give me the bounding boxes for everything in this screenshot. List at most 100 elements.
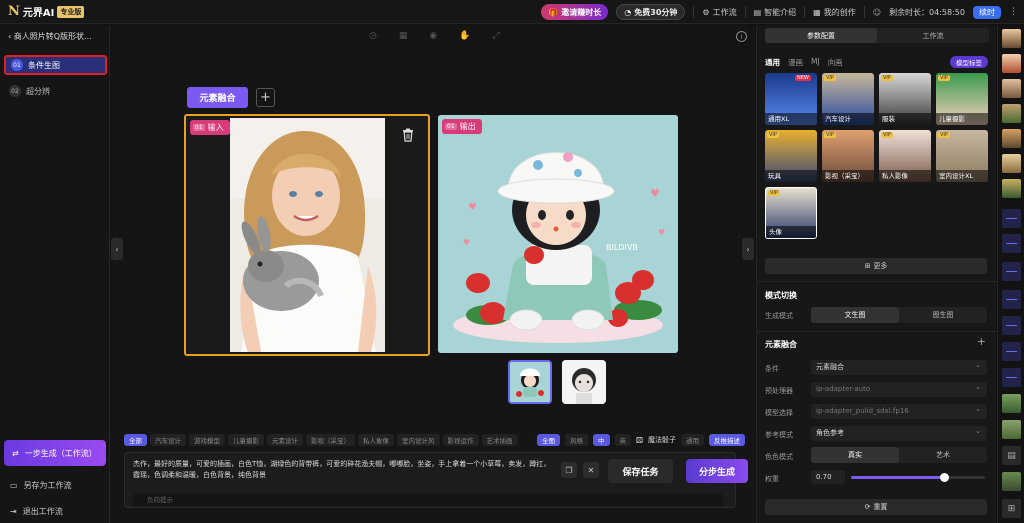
history-item-empty[interactable] (1002, 368, 1021, 387)
chip-interior[interactable]: 室内设计风 (397, 434, 440, 446)
save-task-button[interactable]: 保存任务 (608, 459, 673, 483)
color-mode-real[interactable]: 真实 (811, 447, 899, 463)
chip-film-motion[interactable]: 影视运作 (442, 434, 479, 446)
chip-game-model[interactable]: 游戏模型 (189, 434, 225, 446)
layout-icon[interactable]: ▦ (399, 31, 408, 41)
dice-icon[interactable]: ⚄ (636, 436, 643, 445)
copy-icon[interactable]: ❐ (561, 462, 577, 478)
history-item[interactable] (1002, 179, 1021, 198)
add-condition-icon[interactable]: + (977, 335, 986, 348)
chip-car-design[interactable]: 汽车设计 (150, 434, 186, 446)
tab-params[interactable]: 参数配置 (765, 28, 877, 43)
grid-view-icon[interactable]: ⊞ (1002, 499, 1021, 518)
output-image-card[interactable]: 01 输出 ♥ ♥ ♥ ♥ BILDIVB (438, 115, 678, 353)
collapse-right-button[interactable]: › (742, 238, 754, 260)
result-thumbnail-1[interactable] (508, 360, 552, 404)
chip-full[interactable]: 全图 (537, 434, 561, 446)
history-item[interactable] (1002, 104, 1021, 123)
history-item[interactable] (1002, 129, 1021, 148)
prompt-textarea[interactable]: 杰作，最好的质量，可爱的插画，白色T恤，湖绿色的背带裤，可爱的碎花渔夫帽，嘟嘟脸… (133, 459, 553, 481)
chip-private-portrait[interactable]: 私人象像 (358, 434, 394, 446)
info-icon[interactable]: i (736, 31, 747, 42)
tab-workflow[interactable]: 工作流 (877, 28, 989, 43)
chip-all[interactable]: 全部 (124, 434, 147, 446)
style-card-clothing[interactable]: VIP 服装 (879, 73, 931, 125)
style-card-general-xl[interactable]: NEW 通用XL (765, 73, 817, 125)
chip-child-photo[interactable]: 儿童摄影 (228, 434, 264, 446)
save-as-workflow-button[interactable]: ▭ 另存为工作流 (10, 480, 72, 491)
style-card-interior-xl[interactable]: VIP 室内设计XL (936, 130, 988, 182)
history-item[interactable] (1002, 54, 1021, 73)
style-card-private-portrait[interactable]: VIP 私人影像 (879, 130, 931, 182)
history-item-empty[interactable] (1002, 234, 1021, 253)
clear-icon[interactable]: ✕ (583, 462, 599, 478)
document-icon[interactable]: ▤ (1002, 446, 1021, 465)
step-condition-generate[interactable]: 01 条件生图 (4, 55, 107, 75)
subtab-comic[interactable]: 漫画 (788, 57, 803, 68)
subtab-general[interactable]: 通用 (765, 57, 780, 68)
style-card-car-design[interactable]: VIP 汽车设计 (822, 73, 874, 125)
style-card-film[interactable]: VIP 影视（采宝） (822, 130, 874, 182)
nav-intro[interactable]: ▤ 智能介绍 (754, 7, 797, 18)
mode-image-to-image[interactable]: 图生图 (899, 307, 987, 323)
step-generate-button[interactable]: 分步生成 (686, 459, 748, 483)
history-item[interactable] (1002, 154, 1021, 173)
exit-workflow-button[interactable]: ⇥ 退出工作流 (10, 506, 63, 517)
weight-input[interactable]: 0.70 (811, 470, 845, 484)
history-item-empty[interactable] (1002, 262, 1021, 281)
result-thumbnail-2[interactable] (562, 360, 606, 404)
collapse-left-button[interactable]: ‹ (111, 238, 123, 260)
renew-button[interactable]: 续时 (973, 5, 1001, 19)
history-item[interactable] (1002, 79, 1021, 98)
history-item-empty[interactable] (1002, 342, 1021, 361)
history-item-empty[interactable] (1002, 209, 1021, 228)
history-item[interactable] (1002, 394, 1021, 413)
chip-style[interactable]: 风格 (565, 434, 589, 446)
reverse-prompt-button[interactable]: 反推描述 (709, 434, 745, 446)
chip-element-design[interactable]: 元素设计 (267, 434, 303, 446)
lang-select[interactable]: 通用 (681, 434, 704, 446)
chip-film[interactable]: 影视（采宝） (306, 434, 355, 446)
trash-icon[interactable] (402, 128, 414, 142)
style-card-toy[interactable]: VIP 玩具 (765, 130, 817, 182)
condition-select[interactable]: 元素融合 (811, 358, 987, 375)
eye-icon[interactable]: ◉ (429, 31, 437, 41)
subtab-mj[interactable]: MJ (811, 57, 820, 68)
history-item[interactable] (1002, 472, 1021, 491)
history-item[interactable] (1002, 29, 1021, 48)
reset-button[interactable]: ⟳ 重置 (765, 499, 987, 515)
magic-dice-label[interactable]: 魔法骰子 (648, 435, 676, 445)
subtab-painting[interactable]: 向画 (828, 57, 843, 68)
model-select[interactable]: ip-adapter_pulid_sdxl.fp16 (811, 402, 987, 419)
menu-icon[interactable]: ⋮ (1009, 7, 1018, 17)
style-card-avatar[interactable]: VIP 头像 (765, 187, 817, 239)
weight-slider-knob[interactable] (940, 473, 950, 482)
color-mode-art[interactable]: 艺术 (899, 447, 987, 463)
model-tag-button[interactable]: 模型标签 (950, 56, 988, 68)
chip-english[interactable]: 英 (614, 434, 632, 446)
fit-screen-icon[interactable]: ⤢ (492, 31, 499, 41)
logo[interactable]: N 元界AI 专业版 (8, 4, 85, 19)
add-node-button[interactable]: + (256, 88, 275, 107)
input-image-card[interactable]: 01 输入 (184, 114, 430, 356)
nav-my-creations[interactable]: ▦ 我的创作 (813, 7, 856, 18)
hand-icon[interactable]: ✋ (459, 31, 470, 41)
style-card-child-photo[interactable]: VIP 儿童摄影 (936, 73, 988, 125)
node-element-fusion-tag[interactable]: 元素融合 (187, 87, 248, 108)
chip-chinese[interactable]: 中 (593, 434, 610, 446)
one-step-generate-button[interactable]: ⇄ 一步生成（工作流） (4, 440, 106, 466)
nav-workflow[interactable]: ⚙ 工作流 (702, 7, 736, 18)
avatar-icon[interactable]: ☺ (873, 8, 881, 17)
more-styles-button[interactable]: ⊞ 更多 (765, 258, 987, 274)
preprocess-select[interactable]: ip-adapter-auto (811, 380, 987, 397)
back-icon[interactable]: ‹ (8, 32, 11, 41)
step-super-resolution[interactable]: 02 超分辨 (4, 81, 107, 101)
history-item[interactable] (1002, 420, 1021, 439)
invite-button[interactable]: 🎁 邀请赚时长 (541, 4, 609, 20)
negative-prompt-input[interactable]: 负向提示 (133, 494, 723, 506)
weight-slider[interactable] (851, 473, 985, 482)
history-icon[interactable]: ◷ (369, 31, 377, 41)
reference-select[interactable]: 角色参考 (811, 424, 987, 441)
workflow-canvas[interactable]: ◷ ▦ ◉ ✋ ⤢ i 元素融合 + 01 输入 01 输出 ♥ ♥ ♥ ♥ B… (111, 25, 755, 430)
mode-text-to-image[interactable]: 文生图 (811, 307, 899, 323)
